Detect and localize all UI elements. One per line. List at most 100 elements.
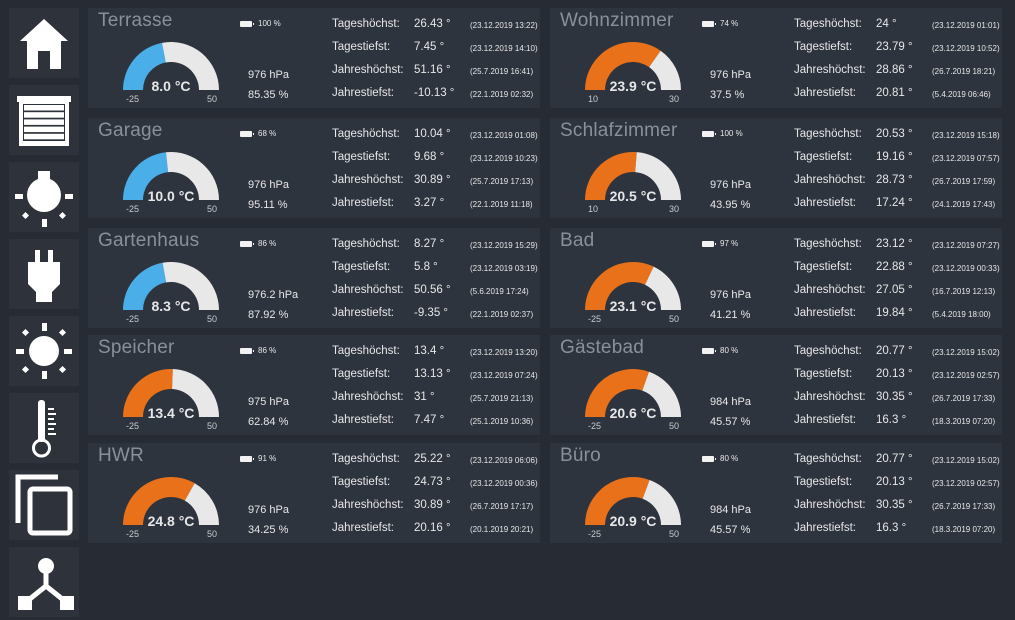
stat-value: 25.22 ° xyxy=(414,453,451,465)
battery-level: 80 % xyxy=(720,454,739,463)
stat-value: -9.35 ° xyxy=(414,307,449,319)
stat-label: Jahrestiefst: xyxy=(794,197,856,209)
stat-date: (22.1.2019 11:18) xyxy=(470,200,533,209)
stat-date: (23.12.2019 03:19) xyxy=(470,264,538,273)
stat-date: (22.1.2019 02:32) xyxy=(470,90,534,99)
stat-label: Tagestiefst: xyxy=(332,261,391,273)
humidity-value: 85.35 % xyxy=(248,89,289,101)
room-card: Gartenhaus 86 % 8.3 °C -25 50 976.2 hPa … xyxy=(88,228,540,328)
nav-temperature-button[interactable] xyxy=(9,393,79,463)
battery-status: 86 % xyxy=(240,346,276,355)
stat-value: 7.45 ° xyxy=(414,41,445,53)
stat-date: (25.7.2019 17:13) xyxy=(470,177,534,186)
room-title: Wohnzimmer xyxy=(560,10,674,31)
stat-label: Jahreshöchst: xyxy=(332,391,404,403)
nav-weather-button[interactable] xyxy=(9,316,79,386)
stat-date: (26.7.2019 18:21) xyxy=(932,67,996,76)
humidity-value: 95.11 % xyxy=(248,199,288,211)
stat-value: 16.3 ° xyxy=(876,414,907,426)
battery-level: 74 % xyxy=(720,19,739,28)
nav-lights-button[interactable] xyxy=(9,162,79,232)
stat-value: 28.73 ° xyxy=(876,174,913,186)
stat-label: Tageshöchst: xyxy=(332,345,400,357)
stat-date: (23.12.2019 14:10) xyxy=(470,44,538,53)
stat-value: 24 ° xyxy=(876,18,897,30)
battery-level: 100 % xyxy=(720,129,743,138)
room-title: Gästebad xyxy=(560,337,644,358)
room-title: Schlafzimmer xyxy=(560,120,678,141)
battery-status: 86 % xyxy=(240,239,276,248)
gauge-value: 20.5 °C xyxy=(609,188,657,204)
temperature-gauge: 10.0 °C -25 50 xyxy=(116,140,226,220)
humidity-value: 37.5 % xyxy=(710,89,745,101)
battery-status: 100 % xyxy=(240,19,281,28)
gauge-value: 8.0 °C xyxy=(151,78,191,94)
stat-label: Tagestiefst: xyxy=(794,151,853,163)
stat-date: (23.12.2019 02:57) xyxy=(932,371,1000,380)
gauge-max: 50 xyxy=(207,204,218,214)
stat-label: Jahreshöchst: xyxy=(794,174,866,186)
temperature-gauge: 8.0 °C -25 50 xyxy=(116,30,226,110)
stat-value: 30.35 ° xyxy=(876,499,913,511)
stat-label: Jahrestiefst: xyxy=(332,87,394,99)
stat-date: (23.12.2019 15:02) xyxy=(932,456,1000,465)
gauge-min: -25 xyxy=(126,94,140,104)
stat-label: Jahrestiefst: xyxy=(332,197,394,209)
stat-value: 20.53 ° xyxy=(876,128,913,140)
stat-date: (23.12.2019 00:36) xyxy=(470,479,538,488)
gauge-max: 50 xyxy=(669,314,680,324)
stat-label: Jahreshöchst: xyxy=(332,174,404,186)
stat-value: 24.73 ° xyxy=(414,476,451,488)
gauge-max: 50 xyxy=(207,421,218,431)
stat-value: 20.16 ° xyxy=(414,522,451,534)
stat-value: 20.13 ° xyxy=(876,476,913,488)
gauge-min: -25 xyxy=(588,529,602,539)
stat-label: Tagestiefst: xyxy=(794,41,853,53)
stat-label: Tagestiefst: xyxy=(332,41,391,53)
gauge-value: 23.1 °C xyxy=(609,298,657,314)
nav-network-button[interactable] xyxy=(9,547,79,617)
stat-date: (18.3.2019 07:20) xyxy=(932,417,996,426)
stat-value: 9.68 ° xyxy=(414,151,445,163)
room-title: Bad xyxy=(560,230,595,251)
battery-icon xyxy=(702,20,716,27)
stat-date: (25.7.2019 16:41) xyxy=(470,67,534,76)
pressure-value: 984 hPa xyxy=(710,396,751,408)
stat-date: (5.4.2019 18:00) xyxy=(932,310,991,319)
nav-shutters-button[interactable] xyxy=(9,85,79,155)
battery-icon xyxy=(240,240,254,247)
stat-label: Tageshöchst: xyxy=(794,238,862,250)
stat-label: Jahreshöchst: xyxy=(794,64,866,76)
battery-status: 68 % xyxy=(240,129,276,138)
temperature-gauge: 24.8 °C -25 50 xyxy=(116,465,226,545)
gauge-value: 20.6 °C xyxy=(609,405,657,421)
stat-label: Jahrestiefst: xyxy=(332,522,394,534)
stat-label: Jahreshöchst: xyxy=(794,391,866,403)
stat-value: 5.8 ° xyxy=(414,261,438,273)
nav-copy-button[interactable] xyxy=(9,470,79,540)
room-card: HWR 91 % 24.8 °C -25 50 976 hPa 34.25 % … xyxy=(88,443,540,543)
home-icon xyxy=(20,19,68,69)
room-card: Garage 68 % 10.0 °C -25 50 976 hPa 95.11… xyxy=(88,118,540,218)
battery-level: 68 % xyxy=(258,129,277,138)
room-title: Garage xyxy=(98,120,163,141)
stat-value: 26.43 ° xyxy=(414,18,451,30)
humidity-value: 87.92 % xyxy=(248,309,289,321)
nav-sockets-button[interactable] xyxy=(9,239,79,309)
stat-date: (23.12.2019 06:06) xyxy=(470,456,538,465)
stat-value: 10.04 ° xyxy=(414,128,451,140)
stat-label: Tagestiefst: xyxy=(794,261,853,273)
network-icon xyxy=(18,558,74,610)
plug-icon xyxy=(28,250,60,302)
stat-value: 20.77 ° xyxy=(876,453,913,465)
stat-value: 20.81 ° xyxy=(876,87,913,99)
stat-date: (18.3.2019 07:20) xyxy=(932,525,996,534)
pressure-value: 976 hPa xyxy=(248,69,289,81)
humidity-value: 34.25 % xyxy=(248,524,289,536)
gauge-min: 10 xyxy=(588,204,599,214)
stat-date: (23.12.2019 10:52) xyxy=(932,44,1000,53)
stat-date: (23.12.2019 13:22) xyxy=(470,21,538,30)
room-card: Terrasse 100 % 8.0 °C -25 50 976 hPa 85.… xyxy=(88,8,540,108)
temperature-gauge: 13.4 °C -25 50 xyxy=(116,357,226,437)
nav-home-button[interactable] xyxy=(9,8,79,78)
